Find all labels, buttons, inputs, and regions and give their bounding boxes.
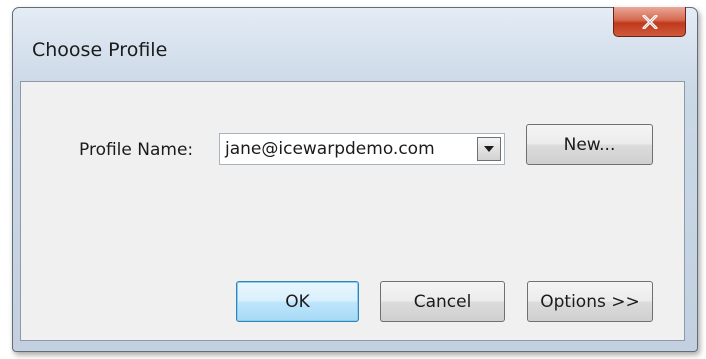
close-button[interactable]	[613, 7, 686, 37]
choose-profile-dialog: Choose Profile Profile Name: jane@icewar…	[12, 7, 698, 352]
profile-name-value: jane@icewarpdemo.com	[225, 139, 435, 159]
cancel-button[interactable]: Cancel	[380, 281, 505, 322]
close-icon	[642, 14, 657, 29]
dropdown-toggle[interactable]	[477, 137, 501, 161]
options-button[interactable]: Options >>	[527, 281, 653, 322]
ok-button[interactable]: OK	[236, 281, 359, 322]
profile-name-select[interactable]: jane@icewarpdemo.com	[219, 133, 505, 165]
dialog-body: Profile Name: jane@icewarpdemo.com New..…	[20, 81, 685, 341]
chevron-down-icon	[484, 146, 494, 152]
window-title: Choose Profile	[32, 39, 168, 61]
profile-name-label: Profile Name:	[79, 140, 194, 160]
new-profile-button[interactable]: New...	[526, 124, 653, 165]
